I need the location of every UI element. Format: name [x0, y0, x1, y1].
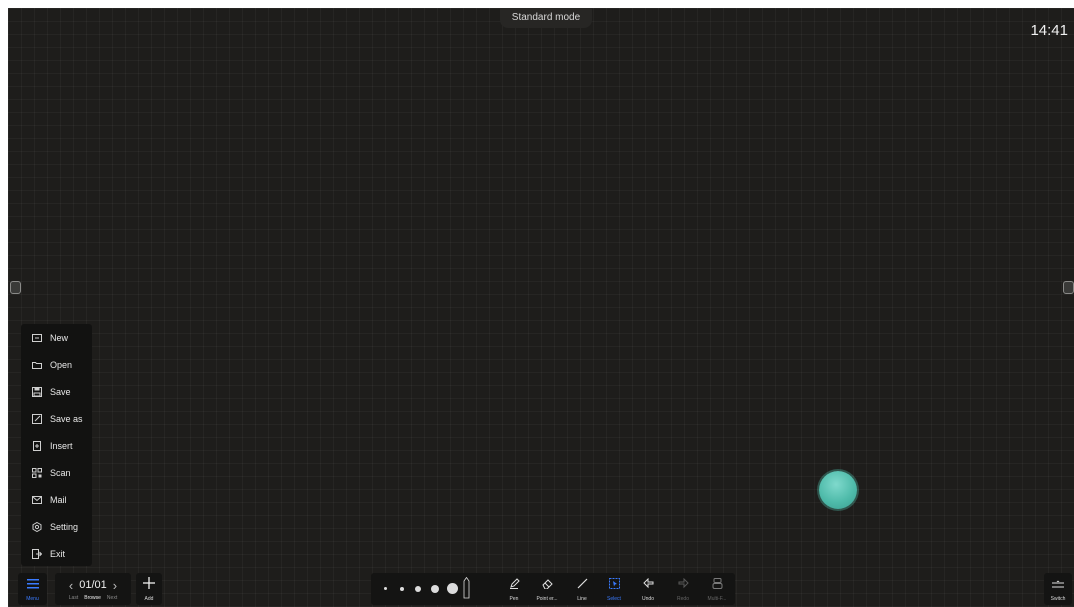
mail-icon [32, 495, 42, 505]
menu-item-label: Insert [50, 441, 73, 451]
save-as-icon [32, 414, 42, 424]
browse-button[interactable]: Browse [84, 595, 101, 601]
pen-size-xl[interactable] [447, 583, 458, 594]
save-icon [32, 387, 42, 397]
pen-size-xs[interactable] [384, 587, 387, 590]
page-browser: ‹ 01/01 › Last Browse Next [55, 573, 131, 605]
page-counter[interactable]: 01/01 [79, 579, 107, 591]
menu-button-label: Menu [26, 596, 39, 602]
tool-label: Pen [509, 596, 519, 602]
main-menu-panel: New Open Save Save as Insert Scan Mail S… [21, 324, 92, 566]
menu-item-label: Mail [50, 495, 67, 505]
screen-border-top [0, 0, 1074, 8]
tool-label: Line [577, 596, 587, 602]
pen-size-l[interactable] [431, 585, 439, 593]
menu-item-label: Open [50, 360, 73, 370]
menu-item-exit[interactable]: Exit [21, 543, 92, 565]
left-side-handle[interactable] [10, 281, 21, 294]
menu-item-label: New [50, 333, 69, 343]
menu-item-open[interactable]: Open [21, 354, 92, 376]
plus-icon [143, 576, 155, 594]
menu-item-scan[interactable]: Scan [21, 462, 92, 484]
qr-scan-icon [32, 468, 42, 478]
menu-item-label: Exit [50, 549, 66, 559]
tool-label: Select [607, 596, 621, 602]
eraser-icon [541, 576, 553, 594]
floating-assistant-button[interactable] [819, 471, 857, 509]
menu-item-label: Save [50, 387, 71, 397]
tool-label: Redo [677, 596, 689, 602]
last-page-button[interactable]: Last [69, 595, 78, 601]
switch-button[interactable]: Switch [1044, 573, 1072, 605]
menu-item-save-as[interactable]: Save as [21, 408, 92, 430]
open-folder-icon [32, 360, 42, 370]
screen-border-left [0, 0, 8, 607]
new-file-icon [32, 333, 42, 343]
tool-line[interactable]: Line [570, 573, 594, 605]
switch-icon [1052, 576, 1064, 594]
menu-item-insert[interactable]: Insert [21, 435, 92, 457]
pen-size-s[interactable] [400, 587, 404, 591]
tool-redo[interactable]: Redo [671, 573, 695, 605]
menu-item-mail[interactable]: Mail [21, 489, 92, 511]
switch-button-label: Switch [1050, 596, 1066, 602]
chevron-right-icon[interactable]: › [113, 578, 117, 593]
tool-undo[interactable]: Undo [636, 573, 660, 605]
menu-item-label: Setting [50, 522, 79, 532]
tool-select[interactable]: Select [602, 573, 626, 605]
exit-icon [32, 549, 42, 559]
tool-pen[interactable]: Pen [503, 573, 525, 605]
insert-icon [32, 441, 42, 451]
tool-label: Point er... [536, 596, 558, 602]
hamburger-icon [26, 576, 39, 594]
menu-item-save[interactable]: Save [21, 381, 92, 403]
line-icon [577, 576, 588, 594]
pen-color-preview-icon[interactable] [463, 576, 470, 599]
menu-button[interactable]: Menu [18, 573, 47, 605]
whiteboard-canvas[interactable] [8, 8, 1074, 607]
tool-label: Multi-F... [707, 596, 727, 602]
multi-finger-icon [712, 576, 723, 594]
menu-item-setting[interactable]: Setting [21, 516, 92, 538]
redo-icon [678, 576, 689, 594]
mode-label[interactable]: Standard mode [500, 8, 592, 28]
undo-icon [642, 576, 654, 594]
right-side-handle[interactable] [1063, 281, 1074, 294]
tool-multi-finger[interactable]: Multi-F... [703, 573, 731, 605]
gear-icon [32, 522, 42, 532]
add-button-label: Add [144, 596, 154, 602]
clock: 14:41 [1030, 22, 1068, 39]
tool-label: Undo [642, 596, 654, 602]
chevron-left-icon[interactable]: ‹ [69, 578, 73, 593]
select-icon [608, 576, 620, 594]
add-page-button[interactable]: Add [136, 573, 162, 605]
menu-item-new[interactable]: New [21, 327, 92, 349]
pen-icon [509, 576, 520, 594]
menu-item-label: Save as [50, 414, 83, 424]
pen-size-m[interactable] [415, 586, 421, 592]
menu-item-label: Scan [50, 468, 71, 478]
tool-point-eraser[interactable]: Point er... [532, 573, 562, 605]
next-page-button[interactable]: Next [107, 595, 117, 601]
